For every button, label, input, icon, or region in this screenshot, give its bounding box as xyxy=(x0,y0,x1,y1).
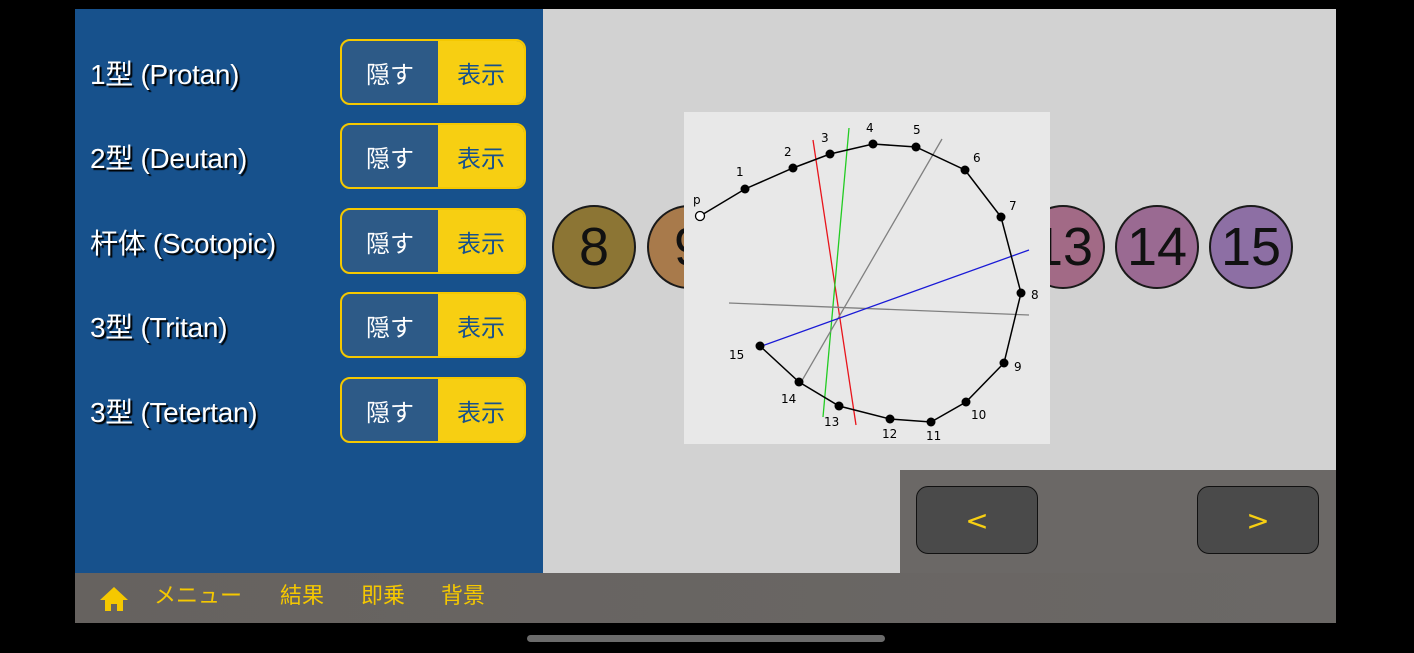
scotopic-axis-line xyxy=(799,138,943,385)
previous-button[interactable]: < xyxy=(916,486,1038,554)
cap-point-label-10: 10 xyxy=(971,408,986,422)
cap-point-label-13: 13 xyxy=(824,415,839,429)
show-option[interactable]: 表示 xyxy=(438,125,524,187)
scotopic-toggle[interactable]: 隠す 表示 xyxy=(340,208,526,274)
cap-point-label-6: 6 xyxy=(973,151,981,165)
cap-8[interactable]: 8 xyxy=(552,205,636,289)
cap-point-label-3: 3 xyxy=(821,131,829,145)
show-option[interactable]: 表示 xyxy=(438,294,524,356)
multiply-button[interactable]: 即乗 xyxy=(361,578,405,610)
start-point-label: p xyxy=(693,193,701,207)
cap-point-label-4: 4 xyxy=(866,121,874,135)
hide-option[interactable]: 隠す xyxy=(342,379,438,441)
app-screen: 8 9 13 14 15 1型 (Protan) 隠す 表示 2型 (Deuta… xyxy=(75,9,1336,623)
cap-point-9 xyxy=(999,358,1009,368)
hide-option[interactable]: 隠す xyxy=(342,41,438,103)
results-button[interactable]: 結果 xyxy=(280,578,324,610)
show-option[interactable]: 表示 xyxy=(438,379,524,441)
home-indicator xyxy=(527,635,885,642)
cap-point-label-9: 9 xyxy=(1014,360,1022,374)
filter-label: 3型 (Tritan) xyxy=(90,312,228,343)
cap-point-5 xyxy=(911,142,921,152)
protan-toggle[interactable]: 隠す 表示 xyxy=(340,39,526,105)
cap-point-3 xyxy=(825,149,835,159)
filter-label: 2型 (Deutan) xyxy=(90,143,247,174)
cap-15[interactable]: 15 xyxy=(1209,205,1293,289)
show-option[interactable]: 表示 xyxy=(438,210,524,272)
cap-14[interactable]: 14 xyxy=(1115,205,1199,289)
hide-option[interactable]: 隠す xyxy=(342,210,438,272)
arrangement-plot: p 1 2 3 4 5 6 7 8 9 10 11 12 13 14 15 xyxy=(684,112,1050,444)
cap-point-label-12: 12 xyxy=(882,427,897,441)
cap-point-4 xyxy=(868,139,878,149)
cap-point-label-15: 15 xyxy=(729,348,744,362)
filter-row-deutan: 2型 (Deutan) 隠す 表示 xyxy=(75,123,543,193)
cap-point-label-2: 2 xyxy=(784,145,792,159)
tetartan-toggle[interactable]: 隠す 表示 xyxy=(340,377,526,443)
cap-point-2 xyxy=(788,163,798,173)
filter-label: 杆体 (Scotopic) xyxy=(90,228,276,259)
next-button[interactable]: > xyxy=(1197,486,1319,554)
cap-point-14 xyxy=(794,377,804,387)
cap-point-label-11: 11 xyxy=(926,429,941,443)
cap-point-label-5: 5 xyxy=(913,123,921,137)
cap-point-7 xyxy=(996,212,1006,222)
home-icon[interactable] xyxy=(99,586,129,612)
tritan-toggle[interactable]: 隠す 表示 xyxy=(340,292,526,358)
deutan-toggle[interactable]: 隠す 表示 xyxy=(340,123,526,189)
cap-point-label-1: 1 xyxy=(736,165,744,179)
filter-row-protan: 1型 (Protan) 隠す 表示 xyxy=(75,39,543,109)
filter-label: 3型 (Tetertan) xyxy=(90,397,258,428)
hide-option[interactable]: 隠す xyxy=(342,294,438,356)
cap-point-10 xyxy=(961,397,971,407)
deutan-axis-line xyxy=(822,127,850,418)
filter-row-tritan: 3型 (Tritan) 隠す 表示 xyxy=(75,292,543,362)
filter-row-scotopic: 杆体 (Scotopic) 隠す 表示 xyxy=(75,208,543,278)
filter-row-tetartan: 3型 (Tetertan) 隠す 表示 xyxy=(75,377,543,447)
arrangement-diagram: p 1234 56789101112131415 xyxy=(693,121,1039,443)
arrangement-path xyxy=(699,143,1022,423)
cap-point-11 xyxy=(926,417,936,427)
start-point xyxy=(694,210,706,222)
show-option[interactable]: 表示 xyxy=(438,41,524,103)
tritan-axis-line xyxy=(758,249,1030,348)
bottom-toolbar: メニュー 結果 即乗 背景 xyxy=(75,573,1336,623)
cap-point-1 xyxy=(740,184,750,194)
nav-panel: < > xyxy=(900,470,1336,573)
cap-point-8 xyxy=(1016,288,1026,298)
background-button[interactable]: 背景 xyxy=(441,578,485,610)
cap-point-label-7: 7 xyxy=(1009,199,1017,213)
cap-point-13 xyxy=(834,401,844,411)
cap-point-12 xyxy=(885,414,895,424)
cap-point-label-14: 14 xyxy=(781,392,796,406)
cap-point-6 xyxy=(960,165,970,175)
hide-option[interactable]: 隠す xyxy=(342,125,438,187)
tetartan-axis-line xyxy=(728,302,1030,316)
cap-point-label-8: 8 xyxy=(1031,288,1039,302)
cap-point-15 xyxy=(755,341,765,351)
filter-label: 1型 (Protan) xyxy=(90,59,240,90)
filter-sidebar: 1型 (Protan) 隠す 表示 2型 (Deutan) 隠す 表示 杆体 (… xyxy=(75,9,543,573)
menu-button[interactable]: メニュー xyxy=(154,578,242,610)
